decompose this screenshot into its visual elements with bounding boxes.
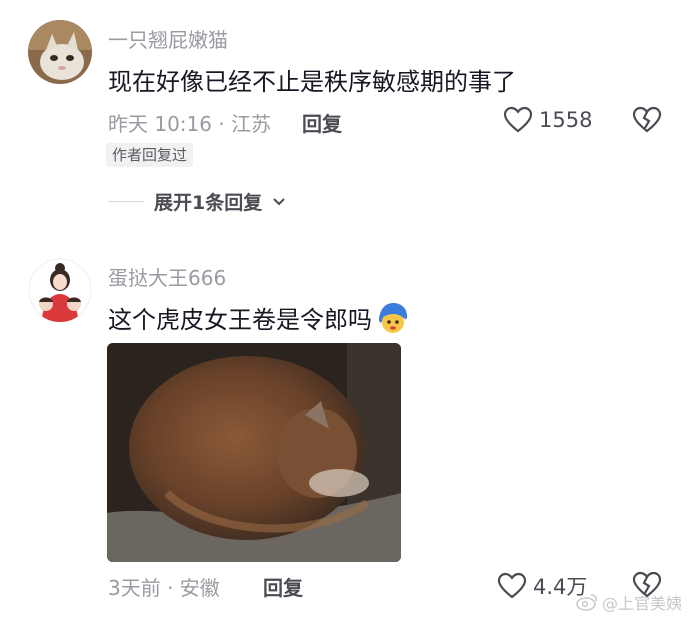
attached-photo[interactable] bbox=[107, 343, 401, 562]
weibo-logo-icon bbox=[576, 594, 598, 611]
comment-2: 蛋挞大王666 这个虎皮女王卷是令郎吗 3天前 · 安徽 回复 4.4万 bbox=[0, 0, 690, 620]
comment-meta: 3天前 · 安徽 bbox=[108, 576, 220, 600]
like-button[interactable]: 4.4万 bbox=[497, 571, 587, 601]
avatar[interactable] bbox=[28, 258, 92, 322]
reply-button[interactable]: 回复 bbox=[263, 572, 303, 601]
heart-icon bbox=[497, 572, 527, 599]
watermark-text: @上官美姨 bbox=[601, 594, 682, 613]
watermark: @上官美姨 bbox=[576, 590, 682, 614]
emoji-icon bbox=[379, 302, 408, 333]
comment-text: 这个虎皮女王卷是令郎吗 bbox=[108, 300, 410, 335]
comment-text-content: 这个虎皮女王卷是令郎吗 bbox=[108, 306, 372, 334]
username[interactable]: 蛋挞大王666 bbox=[108, 262, 226, 291]
